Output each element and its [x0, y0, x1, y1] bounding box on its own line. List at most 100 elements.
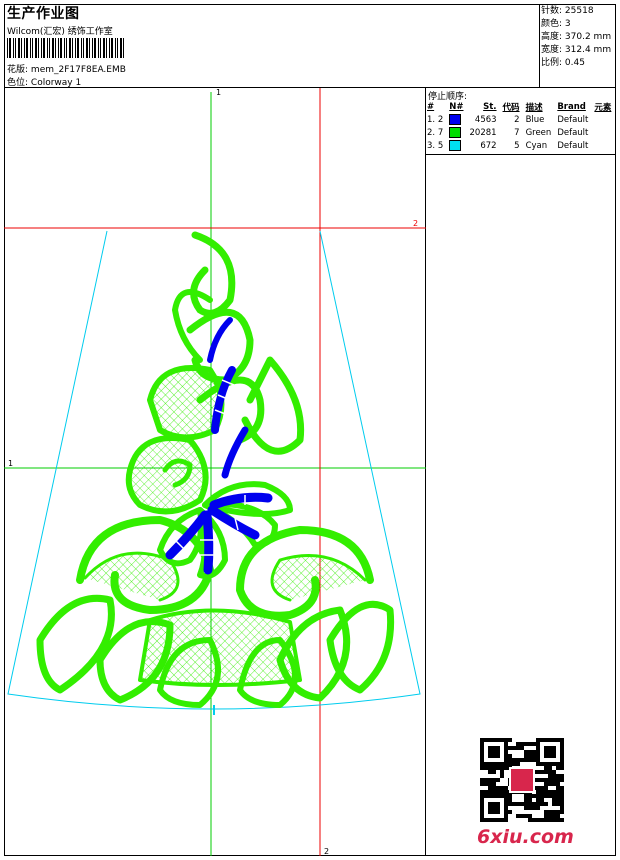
qr-module [532, 802, 536, 806]
qr-module [500, 766, 504, 770]
qr-module [504, 818, 508, 822]
qr-module [500, 738, 504, 742]
qr-module [484, 818, 488, 822]
qr-module [496, 810, 500, 814]
qr-module [536, 786, 540, 790]
qr-module [544, 782, 548, 786]
qr-module [492, 802, 496, 806]
qr-module [496, 802, 500, 806]
qr-module [488, 794, 492, 798]
qr-module [492, 762, 496, 766]
qr-module [496, 786, 500, 790]
qr-module [488, 738, 492, 742]
qr-module [560, 742, 564, 746]
qr-module [556, 818, 560, 822]
qr-module [484, 782, 488, 786]
qr-module [512, 758, 516, 762]
qr-module [496, 762, 500, 766]
qr-module [524, 742, 528, 746]
qr-module [508, 798, 512, 802]
qr-module [488, 818, 492, 822]
embroidery-motif [36, 231, 395, 708]
qr-module [552, 782, 556, 786]
qr-module [540, 786, 544, 790]
qr-module [500, 794, 504, 798]
qr-logo [509, 767, 535, 793]
qr-module [516, 802, 520, 806]
qr-module [492, 766, 496, 770]
qr-module [488, 782, 492, 786]
qr-module [492, 782, 496, 786]
qr-module [504, 746, 508, 750]
qr-module [492, 806, 496, 810]
qr-module [480, 758, 484, 762]
qr-module [508, 746, 512, 750]
qr-module [556, 814, 560, 818]
qr-module [544, 762, 548, 766]
qr-module [480, 778, 484, 782]
qr-module [488, 762, 492, 766]
qr-module [552, 754, 556, 758]
qr-module [496, 766, 500, 770]
qr-module [484, 738, 488, 742]
qr-module [544, 814, 548, 818]
qr-module [556, 774, 560, 778]
qr-module [528, 754, 532, 758]
qr-module [560, 818, 564, 822]
qr-module [500, 790, 504, 794]
qr-module [540, 794, 544, 798]
qr-module [524, 758, 528, 762]
qr-module [540, 798, 544, 802]
qr-module [544, 818, 548, 822]
qr-module [536, 778, 540, 782]
qr-module [548, 766, 552, 770]
qr-module [496, 750, 500, 754]
qr-module [560, 758, 564, 762]
qr-module [560, 810, 564, 814]
qr-module [548, 818, 552, 822]
qr-module [552, 798, 556, 802]
qr-module [520, 746, 524, 750]
qr-module [560, 738, 564, 742]
qr-module [492, 810, 496, 814]
qr-module [544, 786, 548, 790]
qr-module [548, 778, 552, 782]
qr-module [480, 794, 484, 798]
qr-module [544, 750, 548, 754]
qr-module [536, 802, 540, 806]
qr-module [532, 794, 536, 798]
qr-module [528, 806, 532, 810]
qr-module [528, 814, 532, 818]
qr-module [556, 794, 560, 798]
axis-label-top: 1 [216, 88, 222, 97]
qr-module [560, 802, 564, 806]
axis-label-bottom: 2 [324, 847, 330, 856]
qr-module [536, 806, 540, 810]
qr-module [528, 818, 532, 822]
qr-module [504, 810, 508, 814]
qr-module [516, 758, 520, 762]
qr-module [480, 814, 484, 818]
qr-module [528, 802, 532, 806]
qr-module [536, 738, 540, 742]
qr-module [556, 790, 560, 794]
qr-module [528, 794, 532, 798]
qr-module [488, 790, 492, 794]
qr-module [536, 750, 540, 754]
qr-module [492, 794, 496, 798]
qr-module [556, 778, 560, 782]
qr-module [480, 810, 484, 814]
qr-module [508, 794, 512, 798]
qr-module [504, 742, 508, 746]
qr-module [552, 774, 556, 778]
qr-module [496, 794, 500, 798]
qr-module [516, 746, 520, 750]
qr-module [536, 818, 540, 822]
qr-module [548, 754, 552, 758]
qr-module [480, 802, 484, 806]
qr-module [504, 738, 508, 742]
qr-module [540, 778, 544, 782]
qr-module [548, 770, 552, 774]
qr-module [496, 778, 500, 782]
qr-module [544, 754, 548, 758]
